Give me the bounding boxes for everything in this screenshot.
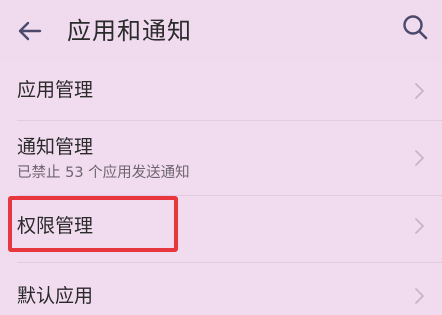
list-item-default-apps[interactable]: 默认应用 (0, 263, 442, 315)
chevron-right-icon (415, 218, 424, 234)
list-item-subtitle: 已禁止 53 个应用发送通知 (17, 165, 190, 181)
list-item-app-management[interactable]: 应用管理 (0, 62, 442, 120)
list-item-title: 权限管理 (17, 215, 94, 237)
list-item-title: 默认应用 (17, 285, 94, 307)
page-title: 应用和通知 (67, 17, 192, 45)
chevron-right-icon (415, 83, 424, 99)
list-item-title: 通知管理 (17, 136, 94, 158)
list-item-title: 应用管理 (17, 79, 94, 101)
list-item-permission-management[interactable]: 权限管理 (0, 196, 442, 260)
list-item-notification-management[interactable]: 通知管理 已禁止 53 个应用发送通知 (0, 121, 442, 195)
chevron-right-icon (415, 150, 424, 166)
top-app-bar: 应用和通知 (0, 0, 442, 62)
search-icon[interactable] (401, 13, 429, 41)
chevron-right-icon (415, 288, 424, 304)
back-arrow-icon[interactable] (16, 17, 44, 45)
